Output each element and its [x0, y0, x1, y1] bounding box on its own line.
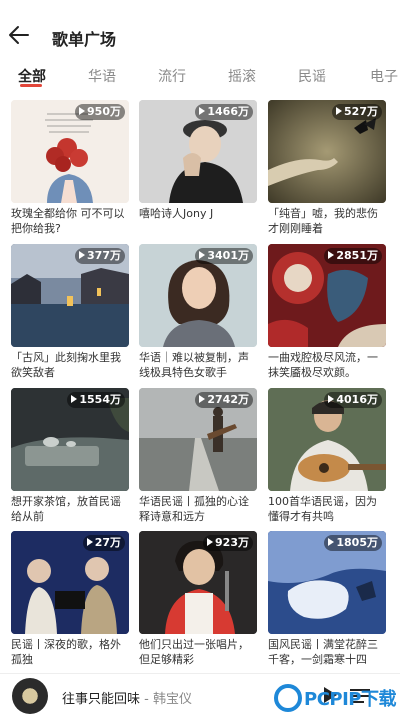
song-title: 往事只能回味	[62, 692, 141, 707]
separator: -	[140, 692, 153, 707]
play-icon	[336, 107, 343, 115]
play-icon	[207, 538, 214, 546]
play-count-badge: 950万	[75, 104, 125, 120]
album-art-disc[interactable]	[12, 678, 48, 714]
playlist-title: 「纯音」嘘，我的悲伤才刚刚睡着	[268, 207, 378, 235]
playlist-title: 华语民谣丨孤独的心诠释诗意和远方	[139, 495, 249, 523]
play-count-badge: 4016万	[324, 392, 382, 408]
play-count-badge: 2851万	[324, 248, 382, 264]
playlist-title: 玫瑰全都给你 可不可以把你给我?	[11, 207, 125, 235]
playlist-title: 100首华语民谣，因为懂得才有共鸣	[268, 495, 377, 523]
tab-rock[interactable]: 摇滚	[228, 66, 256, 86]
play-count-badge: 2742万	[195, 392, 253, 408]
play-count-badge: 1805万	[324, 535, 382, 551]
play-icon	[199, 395, 206, 403]
tab-all[interactable]: 全部	[18, 66, 46, 86]
play-count-badge: 1466万	[195, 104, 253, 120]
tab-electronic[interactable]: 电子	[370, 66, 398, 86]
artist-name: 韩宝仪	[152, 692, 192, 707]
tab-chinese[interactable]: 华语	[88, 66, 116, 86]
play-icon	[328, 251, 335, 259]
play-count-badge: 527万	[332, 104, 382, 120]
tab-pop[interactable]: 流行	[158, 66, 186, 86]
play-icon	[79, 107, 86, 115]
active-tab-indicator	[20, 84, 42, 87]
play-count-badge: 923万	[203, 535, 253, 551]
play-icon	[328, 395, 335, 403]
watermark: PCPIP下载	[274, 680, 396, 716]
play-count-badge: 3401万	[195, 248, 253, 264]
category-tabs: 全部 华语 流行 摇滚 民谣 电子	[0, 60, 400, 96]
play-icon	[328, 538, 335, 546]
playlist-title: 一曲戏腔极尽风流，一抹笑靥极尽欢颜。	[268, 351, 378, 379]
playlist-title: 嘻哈诗人Jony J	[139, 207, 214, 220]
tab-folk[interactable]: 民谣	[298, 66, 326, 86]
play-icon	[86, 538, 93, 546]
header: 歌单广场	[0, 0, 400, 56]
watermark-logo-icon	[274, 684, 302, 712]
playlist-title: 国风民谣丨满堂花醉三千客，一剑霜寒十四	[268, 638, 378, 666]
play-count-badge: 1554万	[67, 392, 125, 408]
back-arrow-icon[interactable]	[8, 24, 30, 46]
page-title: 歌单广场	[52, 30, 117, 49]
play-icon	[71, 395, 78, 403]
play-icon	[199, 251, 206, 259]
playlist-title: 想开家茶馆，放首民谣给从前	[11, 495, 121, 523]
mini-player[interactable]: 往事只能回味 - 韩宝仪 PCPIP下载	[0, 673, 400, 720]
now-playing[interactable]: 往事只能回味 - 韩宝仪	[62, 688, 192, 707]
playlist-title: 民谣丨深夜的歌，格外孤独	[11, 638, 121, 666]
play-icon	[79, 251, 86, 259]
play-icon	[199, 107, 206, 115]
playlist-title: 他们只出过一张唱片，但足够精彩	[139, 638, 249, 666]
playlist-title: 「古风」此刻掬水里我欲笑敌者	[11, 351, 121, 379]
watermark-text: PCPIP下载	[304, 689, 396, 710]
playlist-title: 华语｜难以被复制，声线极具特色女歌手	[139, 351, 249, 379]
play-count-badge: 377万	[75, 248, 125, 264]
play-count-badge: 27万	[82, 535, 125, 551]
